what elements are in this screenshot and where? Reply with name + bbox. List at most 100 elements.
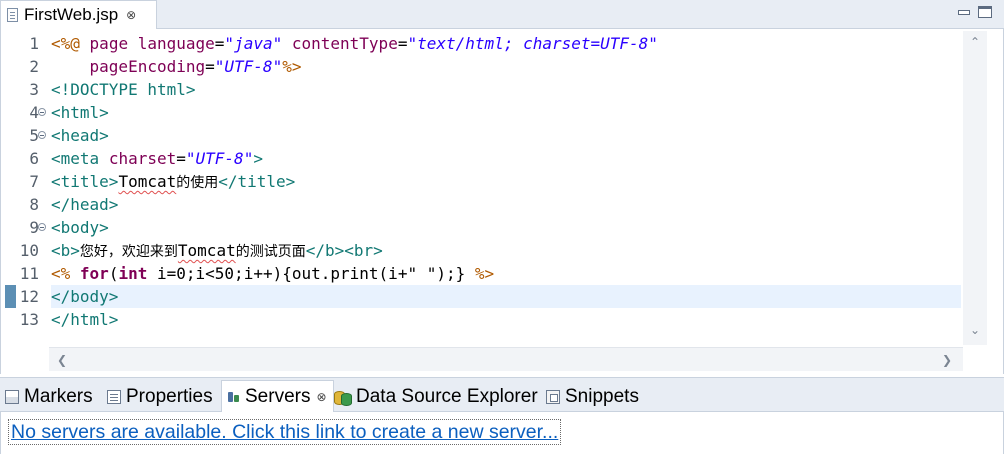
code-token: html: [147, 80, 186, 99]
fold-collapse-icon[interactable]: [38, 223, 46, 231]
horizontal-scrollbar[interactable]: ❮ ❯: [49, 347, 963, 371]
line-number: 8: [29, 195, 39, 214]
line-number: 12: [19, 287, 39, 306]
line-number: 13: [19, 310, 39, 329]
line-number: 6: [29, 149, 39, 168]
code-token: for: [79, 264, 109, 283]
line-number-gutter: 1 2 3 4 5 6 7 8 9 10 11 12 13: [1, 29, 49, 345]
code-line[interactable]: <html>: [51, 101, 961, 124]
maximize-icon[interactable]: [978, 6, 992, 18]
properties-icon: [107, 389, 121, 404]
tab-markers[interactable]: Markers: [5, 382, 93, 411]
create-server-link[interactable]: No servers are available. Click this lin…: [8, 419, 562, 445]
code-token: <b>: [51, 241, 80, 260]
code-token: =: [205, 57, 215, 76]
code-line[interactable]: <% for(int i=0;i<50;i++){out.print(i+" "…: [51, 262, 961, 285]
line-number: 11: [19, 264, 39, 283]
code-token: <%: [51, 264, 71, 283]
code-token: </html>: [51, 310, 119, 329]
close-icon[interactable]: ⊗: [316, 390, 326, 404]
code-token: language: [137, 34, 215, 53]
line-number: 9: [29, 218, 39, 237]
code-line[interactable]: </head>: [51, 193, 961, 216]
tab-properties[interactable]: Properties: [107, 382, 213, 411]
code-token: i=0;i<50;i++){out.print(i+" ");}: [147, 264, 475, 283]
code-token: "text/html; charset=UTF-8": [407, 34, 658, 53]
tab-label: Properties: [126, 385, 213, 407]
code-token: (: [108, 264, 119, 283]
code-line[interactable]: </html>: [51, 308, 961, 331]
tab-label: Snippets: [565, 385, 639, 407]
line-number: 7: [29, 172, 39, 191]
close-icon[interactable]: ⊗: [126, 8, 136, 22]
code-line[interactable]: pageEncoding="UTF-8"%>: [51, 55, 961, 78]
snippets-icon: [546, 389, 560, 404]
scroll-right-icon[interactable]: ❯: [942, 353, 952, 367]
tab-label: Servers: [245, 386, 311, 407]
code-token: charset: [108, 149, 177, 168]
code-token: =: [176, 149, 186, 168]
line-number: 10: [19, 241, 39, 260]
code-editor[interactable]: 1 2 3 4 5 6 7 8 9 10 11 12 13 <%@ page language="jav…: [0, 29, 1004, 374]
code-line[interactable]: <!DOCTYPE html>: [51, 78, 961, 101]
fold-collapse-icon[interactable]: [38, 108, 46, 116]
minimize-icon[interactable]: [956, 6, 970, 18]
scroll-up-icon[interactable]: ⌃: [970, 35, 980, 49]
code-token: </body>: [51, 287, 119, 306]
code-token: =: [214, 34, 225, 53]
tab-servers[interactable]: Servers ⊗: [221, 380, 334, 413]
code-line[interactable]: <head>: [51, 124, 961, 147]
code-token: <head>: [51, 126, 109, 145]
tab-label: Markers: [24, 385, 93, 407]
code-line[interactable]: <title>Tomcat的使用</title>: [51, 170, 961, 193]
code-line[interactable]: <body>: [51, 216, 961, 239]
database-icon: [334, 390, 352, 406]
code-line[interactable]: <b>您好，欢迎来到Tomcat的测试页面</b><br>: [51, 239, 961, 262]
code-token: "UTF-8": [214, 57, 283, 76]
code-token: Tomcat: [118, 172, 177, 191]
fold-collapse-icon[interactable]: [38, 131, 46, 139]
scroll-left-icon[interactable]: ❮: [57, 353, 67, 367]
code-token: %>: [474, 264, 495, 283]
jsp-file-icon: [7, 8, 18, 22]
tab-snippets[interactable]: Snippets: [546, 382, 639, 411]
code-token: <%@: [51, 34, 80, 53]
tab-data-source-explorer[interactable]: Data Source Explorer: [334, 382, 538, 411]
markers-icon: [5, 389, 19, 404]
code-token: 的测试页面: [235, 244, 306, 260]
servers-view: No servers are available. Click this lin…: [0, 412, 1004, 454]
code-text-area[interactable]: <%@ page language="java" contentType="te…: [51, 29, 963, 345]
code-token: </title>: [218, 172, 296, 191]
code-token: "java": [224, 34, 283, 53]
code-token: "UTF-8": [185, 149, 254, 168]
line-number: 2: [29, 57, 39, 76]
scroll-down-icon[interactable]: ⌄: [970, 323, 980, 337]
code-line[interactable]: </body>: [51, 285, 961, 308]
line-number: 4: [29, 103, 39, 122]
editor-tab-firstweb-jsp[interactable]: FirstWeb.jsp ⊗: [0, 0, 157, 29]
line-number: 1: [29, 34, 39, 53]
code-token: <html>: [51, 103, 109, 122]
code-token: </head>: [51, 195, 119, 214]
code-line[interactable]: <meta charset="UTF-8">: [51, 147, 961, 170]
code-token: %>: [282, 57, 302, 76]
code-line[interactable]: <%@ page language="java" contentType="te…: [51, 32, 961, 55]
editor-tab-bar: FirstWeb.jsp ⊗: [0, 0, 1004, 29]
editor-tab-label: FirstWeb.jsp: [24, 5, 119, 24]
code-token: <meta: [51, 149, 100, 168]
code-token: <!DOCTYPE: [51, 80, 138, 99]
vertical-scrollbar[interactable]: ⌃ ⌄: [963, 31, 987, 345]
code-token: 您好，欢迎来到: [79, 244, 178, 260]
code-token: <body>: [51, 218, 109, 237]
line-number: 5: [29, 126, 39, 145]
code-token: <title>: [51, 172, 119, 191]
views-tab-bar: Markers Properties Servers ⊗ Data Source…: [0, 377, 1004, 413]
code-token: 的使用: [176, 175, 219, 191]
code-token: Tomcat: [177, 241, 236, 260]
